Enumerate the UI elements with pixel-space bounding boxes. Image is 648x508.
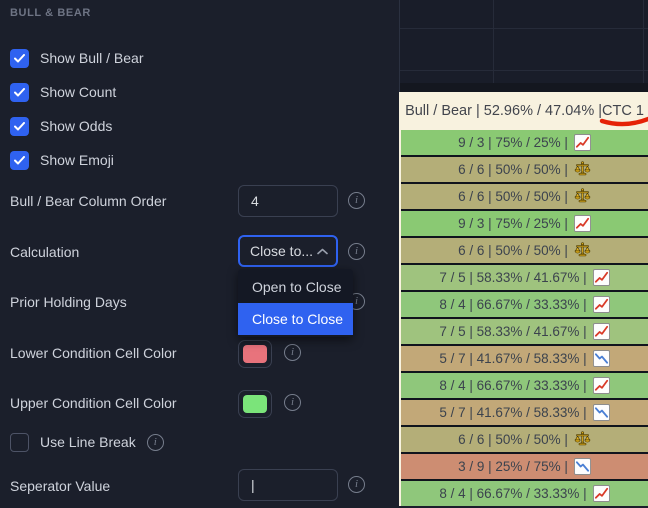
- row-text: 6 / 6 | 50% / 50% |: [458, 189, 568, 204]
- row-text: 7 / 5 | 58.33% / 41.67% |: [439, 324, 587, 339]
- table-row: 5 / 7 | 41.67% / 58.33% |: [401, 346, 648, 371]
- separator-value-input[interactable]: [238, 469, 338, 501]
- row-text: 3 / 9 | 25% / 75% |: [458, 459, 568, 474]
- grid-line: [400, 28, 648, 29]
- table-row: 7 / 5 | 58.33% / 41.67% |: [401, 319, 648, 344]
- checkbox-checked-icon[interactable]: [10, 82, 29, 102]
- menu-item-open-to-close[interactable]: Open to Close: [238, 271, 353, 303]
- calculation-label: Calculation: [10, 244, 80, 260]
- row-text: 6 / 6 | 50% / 50% |: [458, 162, 568, 177]
- chart-up-icon: [592, 377, 610, 394]
- row-text: 5 / 7 | 41.67% / 58.33% |: [439, 351, 587, 366]
- table-row: 8 / 4 | 66.67% / 33.33% |: [401, 373, 648, 398]
- checkbox-checked-icon[interactable]: [10, 150, 29, 170]
- calculation-value: Close to...: [250, 243, 314, 259]
- grid-line: [493, 0, 494, 92]
- row-text: 9 / 3 | 75% / 25% |: [458, 135, 568, 150]
- checkbox-label: Show Bull / Bear: [40, 50, 144, 66]
- chart-up-icon: [573, 215, 591, 232]
- bull-bear-settings-screen: BULL & BEAR Show Bull / Bear Show Count …: [0, 0, 648, 508]
- upper-color-label: Upper Condition Cell Color: [10, 395, 177, 411]
- chart-up-icon: [592, 296, 610, 313]
- info-icon[interactable]: i: [348, 243, 365, 260]
- table-row: 5 / 7 | 41.67% / 58.33% |: [401, 400, 648, 425]
- upper-color-swatch[interactable]: [243, 395, 267, 413]
- chevron-up-icon: [317, 248, 328, 255]
- checkbox-show-count[interactable]: Show Count: [10, 82, 116, 102]
- row-text: 6 / 6 | 50% / 50% |: [458, 243, 568, 258]
- table-row: 6 / 6 | 50% / 50% |: [401, 157, 648, 182]
- red-underline-annotation: [599, 116, 648, 127]
- table-header-ctc: CTC 1: [599, 103, 648, 127]
- table-header-text: Bull / Bear | 52.96% / 47.04% |: [405, 103, 603, 119]
- section-title: BULL & BEAR: [10, 7, 91, 19]
- chart-down-icon: [592, 404, 610, 421]
- calculation-dropdown-menu: Open to Close Close to Close: [238, 269, 353, 337]
- upper-color-button[interactable]: [238, 390, 272, 418]
- table-row: 6 / 6 | 50% / 50% |: [401, 184, 648, 209]
- separator-value-label: Seperator Value: [10, 478, 111, 494]
- lower-color-swatch[interactable]: [243, 345, 267, 363]
- lower-color-label: Lower Condition Cell Color: [10, 345, 177, 361]
- table-row: 6 / 6 | 50% / 50% |: [401, 427, 648, 452]
- bull-bear-table-panel: Bull / Bear | 52.96% / 47.04% | CTC 1 9 …: [399, 0, 648, 508]
- info-icon[interactable]: i: [146, 433, 164, 451]
- prior-holding-days-label: Prior Holding Days: [10, 294, 127, 310]
- checkbox-use-line-break[interactable]: Use Line Break i: [10, 432, 164, 452]
- info-icon[interactable]: i: [284, 394, 301, 411]
- row-text: 5 / 7 | 41.67% / 58.33% |: [439, 405, 587, 420]
- info-icon[interactable]: i: [284, 344, 301, 361]
- menu-item-close-to-close[interactable]: Close to Close: [238, 303, 353, 335]
- lower-color-button[interactable]: [238, 340, 272, 368]
- table-row: 7 / 5 | 58.33% / 41.67% |: [401, 265, 648, 290]
- info-icon[interactable]: i: [348, 192, 365, 209]
- checkbox-show-bull-bear[interactable]: Show Bull / Bear: [10, 48, 144, 68]
- scales-icon: [574, 161, 591, 178]
- table-row: 9 / 3 | 75% / 25% |: [401, 211, 648, 236]
- scales-icon: [574, 188, 591, 205]
- chart-down-icon: [573, 458, 591, 475]
- checkbox-label: Show Odds: [40, 118, 113, 134]
- chart-up-icon: [592, 485, 610, 502]
- row-text: 6 / 6 | 50% / 50% |: [458, 432, 568, 447]
- checkbox-checked-icon[interactable]: [10, 48, 29, 68]
- checkbox-label: Show Count: [40, 84, 117, 100]
- scales-icon: [574, 431, 591, 448]
- row-text: 8 / 4 | 66.67% / 33.33% |: [439, 486, 587, 501]
- table-row: 6 / 6 | 50% / 50% |: [401, 238, 648, 263]
- checkbox-label: Use Line Break: [40, 434, 136, 450]
- row-text: 9 / 3 | 75% / 25% |: [458, 216, 568, 231]
- scales-icon: [574, 242, 591, 259]
- table-top-strip: [400, 83, 648, 92]
- chart-up-icon: [573, 134, 591, 151]
- table-row: 3 / 9 | 25% / 75% |: [401, 454, 648, 479]
- row-text: 8 / 4 | 66.67% / 33.33% |: [439, 297, 587, 312]
- checkbox-checked-icon[interactable]: [10, 116, 29, 136]
- grid-line: [643, 0, 644, 92]
- chart-up-icon: [592, 269, 610, 286]
- chart-down-icon: [592, 350, 610, 367]
- column-order-label: Bull / Bear Column Order: [10, 193, 167, 209]
- grid-line: [400, 70, 648, 71]
- chart-background: [399, 0, 648, 92]
- column-order-input[interactable]: [238, 185, 338, 217]
- chart-up-icon: [592, 323, 610, 340]
- table-row: 8 / 4 | 66.67% / 33.33% |: [401, 292, 648, 317]
- table-header: Bull / Bear | 52.96% / 47.04% | CTC 1: [399, 92, 648, 130]
- info-icon[interactable]: i: [348, 476, 365, 493]
- table-row: 9 / 3 | 75% / 25% |: [401, 130, 648, 155]
- table-row: 8 / 4 | 66.67% / 33.33% |: [401, 481, 648, 506]
- checkbox-show-emoji[interactable]: Show Emoji: [10, 150, 114, 170]
- checkbox-unchecked-icon[interactable]: [10, 432, 29, 452]
- checkbox-show-odds[interactable]: Show Odds: [10, 116, 112, 136]
- calculation-select[interactable]: Close to...: [238, 235, 338, 267]
- checkbox-label: Show Emoji: [40, 152, 114, 168]
- row-text: 8 / 4 | 66.67% / 33.33% |: [439, 378, 587, 393]
- row-text: 7 / 5 | 58.33% / 41.67% |: [439, 270, 587, 285]
- settings-panel: BULL & BEAR Show Bull / Bear Show Count …: [0, 0, 399, 508]
- table-rows: 9 / 3 | 75% / 25% | 6 / 6 | 50% / 50% | …: [399, 130, 648, 506]
